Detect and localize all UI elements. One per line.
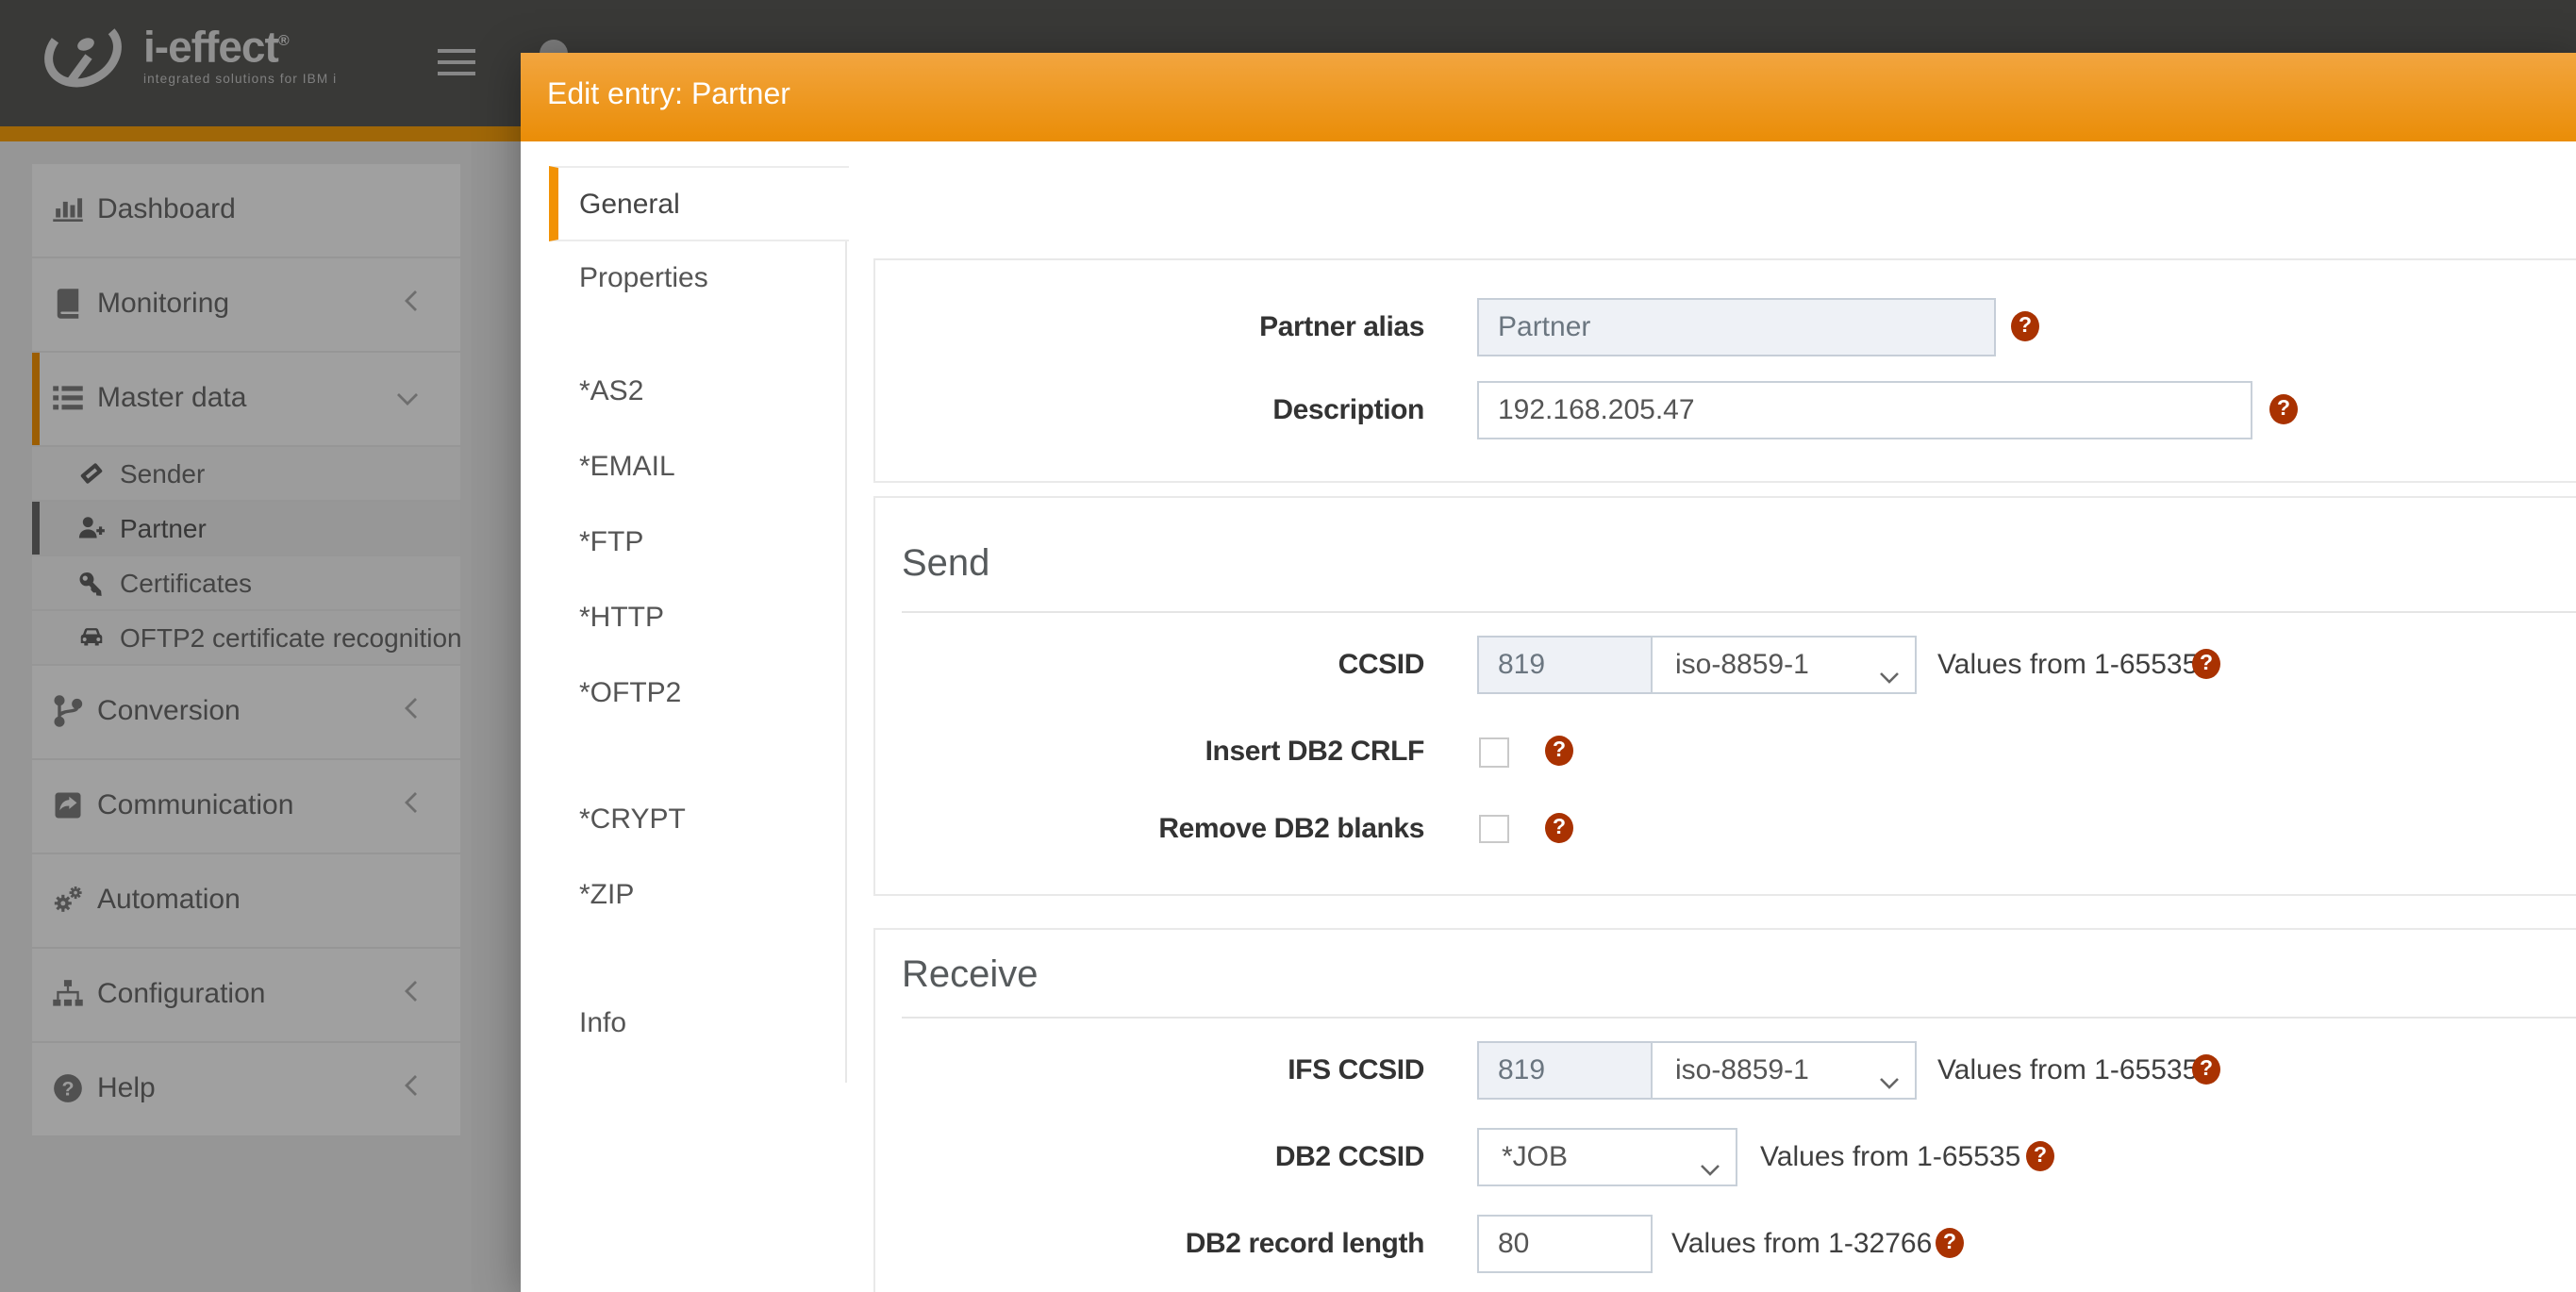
- ccsid-hint: Values from 1-65535: [1937, 649, 2199, 681]
- db2-ccsid-label: DB2 CCSID: [1274, 1141, 1424, 1173]
- db2-record-length-hint: Values from 1-32766: [1671, 1228, 1933, 1260]
- ifs-ccsid-hint: Values from 1-65535: [1937, 1054, 2199, 1086]
- tab-general[interactable]: General: [549, 166, 848, 241]
- chevron-down-icon: [1700, 1152, 1720, 1186]
- screen: i-effect® integrated solutions for IBM i…: [0, 0, 2576, 1292]
- db2-ccsid-hint: Values from 1-65535: [1760, 1141, 2021, 1173]
- dialog-tab-list: General Properties *AS2 *EMAIL *FTP *HTT…: [549, 166, 848, 1083]
- tab-oftp2[interactable]: *OFTP2: [549, 656, 844, 732]
- partner-alias-input[interactable]: [1477, 297, 1996, 356]
- help-icon[interactable]: ?: [2269, 394, 2298, 424]
- help-icon[interactable]: ?: [1545, 736, 1573, 766]
- edit-entry-dialog: Edit entry: Partner General Properties *…: [521, 53, 2576, 1292]
- partner-alias-label: Partner alias: [1259, 310, 1424, 342]
- help-icon[interactable]: ?: [1936, 1228, 1964, 1258]
- remove-db2-blanks-label: Remove DB2 blanks: [1158, 812, 1424, 844]
- ccsid-encoding-select[interactable]: iso-8859-1: [1651, 636, 1917, 694]
- insert-db2-crlf-label: Insert DB2 CRLF: [1205, 736, 1425, 768]
- tab-ftp[interactable]: *FTP: [549, 505, 844, 581]
- help-icon[interactable]: ?: [2026, 1141, 2054, 1171]
- tab-http[interactable]: *HTTP: [549, 581, 844, 656]
- divider: [902, 1016, 2576, 1018]
- divider: [902, 610, 2576, 612]
- tab-properties[interactable]: Properties: [549, 241, 844, 317]
- ifs-ccsid-encoding-select[interactable]: iso-8859-1: [1651, 1041, 1917, 1100]
- ifs-ccsid-label: IFS CCSID: [1288, 1054, 1424, 1086]
- db2-record-length-label: DB2 record length: [1185, 1228, 1425, 1260]
- tab-info[interactable]: Info: [549, 986, 844, 1062]
- help-icon[interactable]: ?: [2192, 1054, 2220, 1085]
- help-icon[interactable]: ?: [2011, 310, 2039, 340]
- send-section-heading: Send: [902, 542, 990, 584]
- send-panel: Send CCSID iso-8859-1 Values from 1-655: [873, 495, 2576, 895]
- receive-panel: Receive IFS CCSID iso-8859-1 Values fro: [873, 927, 2576, 1292]
- description-label: Description: [1272, 394, 1424, 426]
- tab-email[interactable]: *EMAIL: [549, 430, 844, 505]
- ifs-ccsid-input[interactable]: [1477, 1041, 1653, 1100]
- remove-db2-blanks-checkbox[interactable]: [1479, 814, 1508, 843]
- description-input[interactable]: [1477, 381, 2252, 439]
- insert-db2-crlf-checkbox[interactable]: [1479, 737, 1508, 767]
- general-panel: Partner alias ? Description ?: [873, 257, 2576, 482]
- help-icon[interactable]: ?: [1545, 812, 1573, 842]
- chevron-down-icon: [1879, 1066, 1900, 1100]
- tab-zip[interactable]: *ZIP: [549, 858, 844, 934]
- chevron-down-icon: [1879, 660, 1900, 694]
- receive-section-heading: Receive: [902, 953, 1039, 995]
- ccsid-label: CCSID: [1338, 649, 1425, 681]
- tab-crypt[interactable]: *CRYPT: [549, 783, 844, 858]
- help-icon[interactable]: ?: [2192, 649, 2220, 679]
- db2-record-length-input[interactable]: [1477, 1215, 1653, 1273]
- dialog-title: Edit entry: Partner: [521, 53, 2576, 141]
- tab-as2[interactable]: *AS2: [549, 355, 844, 430]
- db2-ccsid-select[interactable]: *JOB: [1477, 1128, 1737, 1186]
- ccsid-input[interactable]: [1477, 636, 1653, 694]
